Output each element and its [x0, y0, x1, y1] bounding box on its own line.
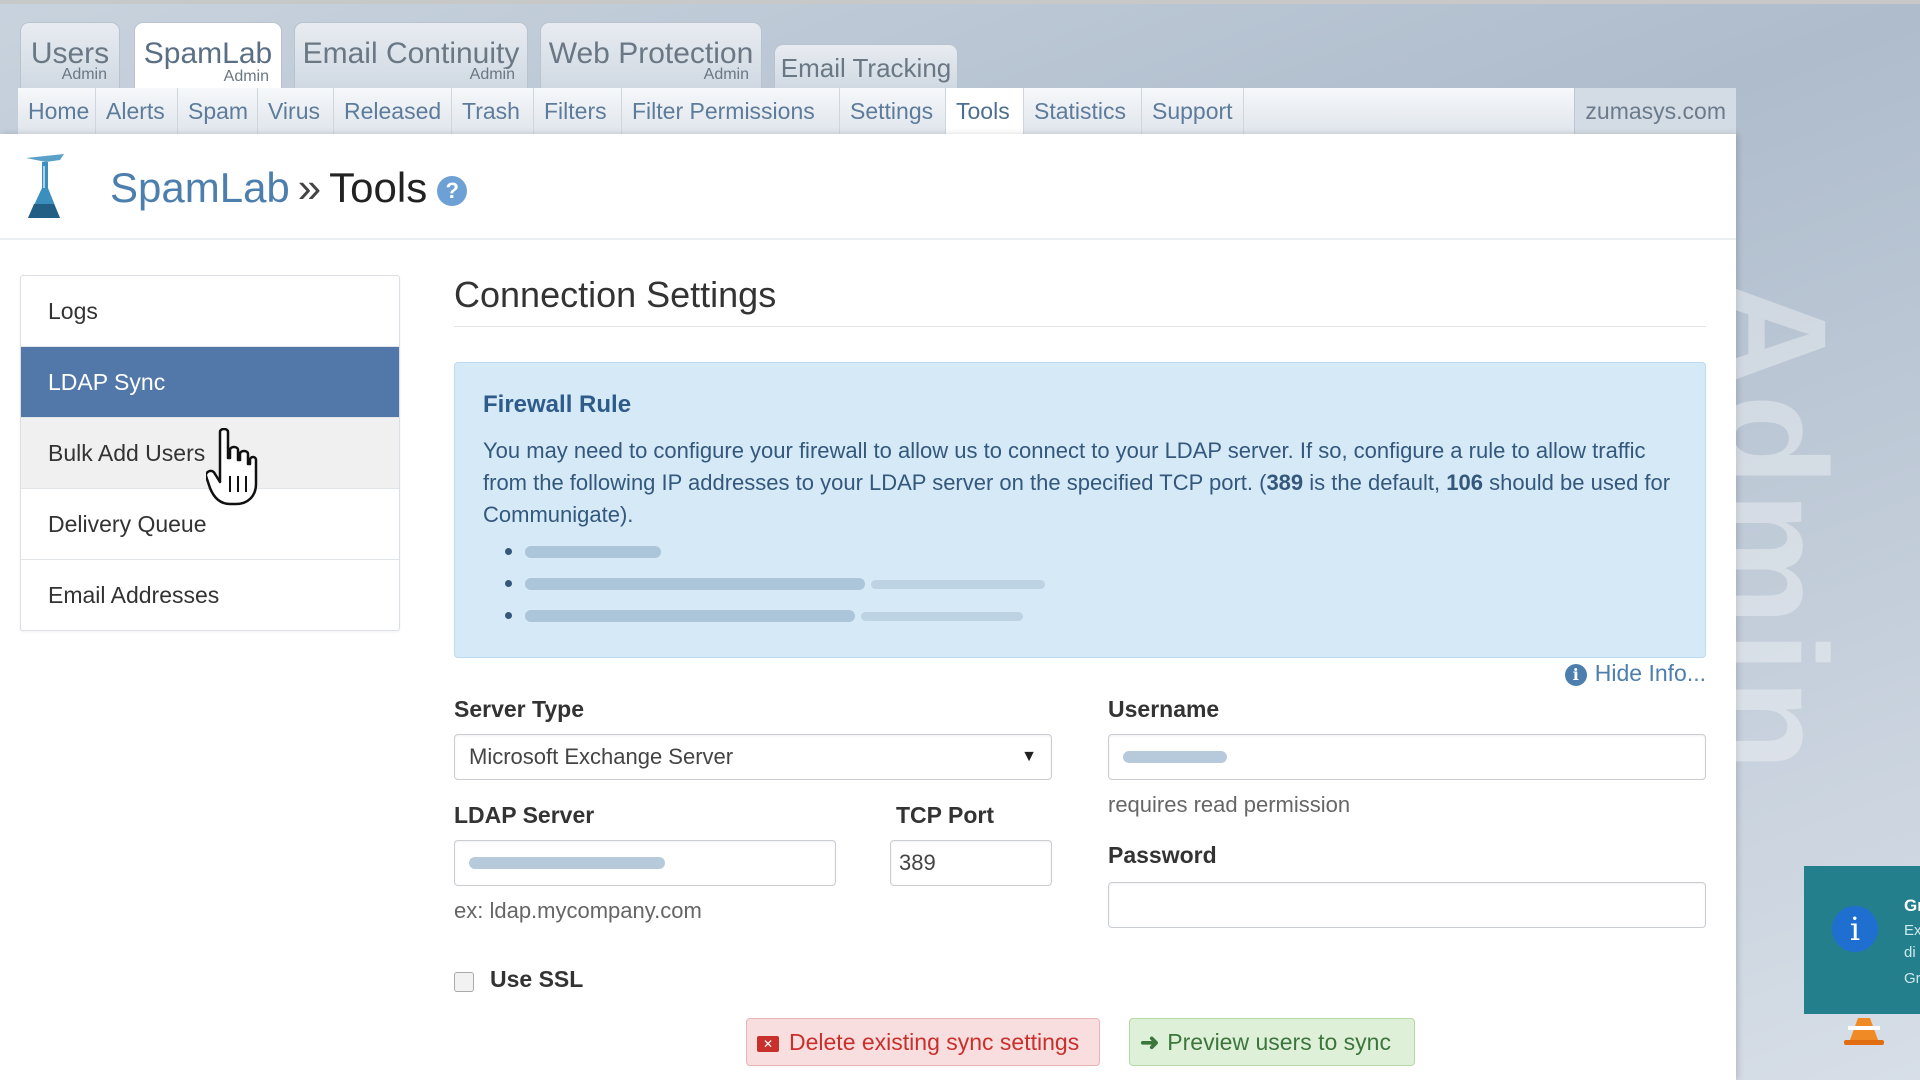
- redacted-ip: [525, 610, 855, 623]
- page-header: SpamLab» Tools?: [0, 134, 1736, 240]
- info-icon: i: [1564, 663, 1587, 686]
- sub-navigation: Home Alerts Spam Virus Released Trash Fi…: [18, 88, 1736, 135]
- info-port-default: 389: [1266, 470, 1304, 495]
- tab-sublabel: Admin: [61, 66, 107, 83]
- toast-title: Gr: [1904, 896, 1920, 915]
- firewall-info-box: Firewall Rule You may need to configure …: [454, 362, 1706, 658]
- info-text-part: is the default,: [1303, 470, 1447, 495]
- side-item-email-addresses[interactable]: Email Addresses: [21, 560, 399, 630]
- toast-line: Gr: [1904, 970, 1920, 987]
- server-type-select[interactable]: Microsoft Exchange Server ▼: [454, 734, 1052, 780]
- subnav-alerts[interactable]: Alerts: [96, 88, 178, 134]
- breadcrumb-app[interactable]: SpamLab: [110, 164, 290, 211]
- product-tab-email-continuity[interactable]: Email Continuity Admin: [294, 22, 528, 90]
- server-type-label: Server Type: [454, 696, 584, 722]
- side-item-ldap-sync[interactable]: LDAP Sync: [21, 347, 399, 418]
- arrow-right-icon: ➜: [1140, 1029, 1160, 1055]
- delete-icon: ✕: [757, 1035, 779, 1052]
- subnav-trash[interactable]: Trash: [452, 88, 534, 134]
- info-port-communigate: 106: [1446, 470, 1483, 495]
- subnav-statistics[interactable]: Statistics: [1024, 88, 1142, 134]
- ip-address-item: [525, 599, 1677, 631]
- ip-address-item: [525, 567, 1677, 599]
- tab-sublabel: Admin: [469, 66, 515, 83]
- window-top-edge: [0, 0, 1920, 4]
- info-heading: Firewall Rule: [483, 391, 632, 418]
- product-tab-email-tracking[interactable]: Email Tracking: [774, 44, 958, 90]
- subnav-tools[interactable]: Tools: [946, 88, 1024, 135]
- use-ssl-label: Use SSL: [490, 966, 584, 992]
- redacted-ip: [861, 611, 1024, 621]
- redacted-ip: [525, 546, 661, 559]
- subnav-released[interactable]: Released: [334, 88, 452, 134]
- ldap-server-hint: ex: ldap.mycompany.com: [454, 898, 702, 923]
- info-text: You may need to configure your firewall …: [483, 435, 1677, 531]
- subnav-virus[interactable]: Virus: [258, 88, 334, 134]
- ip-address-list: [525, 535, 1677, 631]
- toast-line: di: [1904, 944, 1916, 961]
- subnav-filter-permissions[interactable]: Filter Permissions: [622, 88, 840, 134]
- product-tab-spamlab[interactable]: SpamLab Admin: [134, 22, 282, 92]
- server-type-value: Microsoft Exchange Server: [469, 744, 734, 769]
- delete-sync-settings-button[interactable]: ✕ Delete existing sync settings: [746, 1018, 1100, 1066]
- ldap-server-input[interactable]: [454, 840, 836, 886]
- breadcrumb: SpamLab» Tools?: [110, 164, 468, 212]
- side-item-logs[interactable]: Logs: [21, 276, 399, 347]
- ldap-server-label: LDAP Server: [454, 802, 595, 828]
- redacted-username: [1123, 751, 1227, 763]
- product-tab-users[interactable]: Users Admin: [20, 22, 120, 90]
- toast-line: Ex: [1904, 922, 1920, 939]
- domain-selector[interactable]: zumasys.com: [1574, 88, 1736, 134]
- ip-address-item: [525, 535, 1677, 567]
- redacted-ldap-server: [469, 857, 665, 869]
- vlc-cone-icon[interactable]: [1842, 1016, 1886, 1046]
- username-label: Username: [1108, 696, 1220, 722]
- tab-label: Email Tracking: [780, 53, 952, 83]
- tab-label: SpamLab: [143, 37, 273, 70]
- spamlab-flask-icon: [26, 154, 64, 218]
- password-input[interactable]: [1108, 882, 1706, 928]
- redacted-ip: [871, 579, 1046, 589]
- notification-toast[interactable]: i Gr Ex di Gr: [1804, 866, 1920, 1014]
- page-title: Tools: [329, 164, 428, 211]
- tab-sublabel: Admin: [223, 68, 269, 85]
- tcp-port-input[interactable]: 389: [890, 840, 1052, 886]
- subnav-filters[interactable]: Filters: [534, 88, 622, 134]
- username-hint: requires read permission: [1108, 792, 1351, 817]
- main-panel: SpamLab» Tools? Logs LDAP Sync Bulk Add U…: [0, 134, 1736, 1080]
- subnav-settings[interactable]: Settings: [840, 88, 946, 134]
- hide-info-link[interactable]: i Hide Info...: [1564, 660, 1706, 687]
- tab-sublabel: Admin: [703, 66, 749, 83]
- preview-users-button[interactable]: ➜ Preview users to sync: [1129, 1018, 1415, 1066]
- tcp-port-label: TCP Port: [896, 802, 994, 828]
- redacted-ip: [525, 578, 865, 591]
- preview-button-label: Preview users to sync: [1167, 1029, 1391, 1055]
- admin-watermark: Admin: [1690, 280, 1858, 777]
- subnav-spam[interactable]: Spam: [178, 88, 258, 134]
- hand-cursor-icon: [206, 428, 258, 506]
- subnav-support[interactable]: Support: [1142, 88, 1244, 134]
- help-icon[interactable]: ?: [437, 175, 468, 206]
- password-label: Password: [1108, 842, 1217, 868]
- section-title: Connection Settings: [454, 274, 1706, 327]
- dropdown-arrow-icon: ▼: [1021, 748, 1037, 765]
- delete-button-label: Delete existing sync settings: [789, 1029, 1080, 1055]
- product-tab-web-protection[interactable]: Web Protection Admin: [540, 22, 762, 90]
- subnav-home[interactable]: Home: [18, 88, 96, 134]
- info-icon: i: [1832, 906, 1878, 952]
- breadcrumb-separator: »: [297, 164, 322, 211]
- use-ssl-checkbox[interactable]: [454, 972, 474, 992]
- username-input[interactable]: [1108, 734, 1706, 780]
